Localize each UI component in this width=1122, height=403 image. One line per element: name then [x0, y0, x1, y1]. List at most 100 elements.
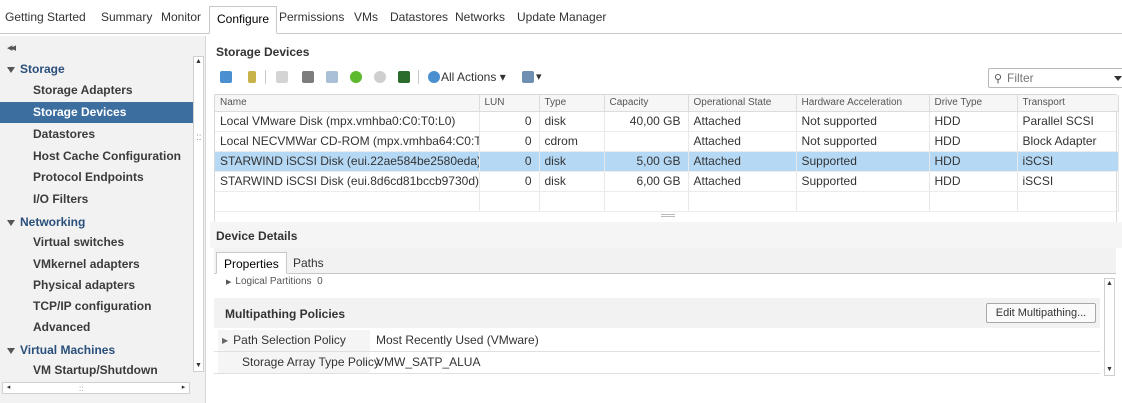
cell-operational-state: Attached [688, 171, 797, 192]
rename-icon[interactable] [326, 71, 338, 83]
cell-type: disk [539, 111, 605, 132]
scroll-up-icon[interactable]: ▲ [1105, 279, 1114, 289]
table-row-empty [215, 191, 1119, 212]
scroll-left-icon[interactable]: ◂ [3, 383, 14, 393]
search-icon: ⚲ [994, 73, 1003, 85]
cell-transport: Block Adapter [1017, 131, 1119, 152]
chevron-down-icon[interactable]: ▾ [536, 70, 542, 83]
column-header-hardware-acceleration[interactable]: Hardware Acceleration [796, 95, 930, 112]
tab-paths[interactable]: Paths [286, 252, 331, 274]
column-header-name[interactable]: Name [215, 95, 480, 112]
tab-permissions[interactable]: Permissions [279, 10, 344, 24]
detach-device-icon[interactable] [276, 71, 288, 83]
expand-triangle-icon [7, 219, 15, 226]
column-header-drive-type[interactable]: Drive Type [929, 95, 1018, 112]
cell-name: STARWIND iSCSI Disk (eui.8d6cd81bccb9730… [215, 171, 480, 192]
cell-drive-type: HDD [929, 151, 1018, 172]
tab-getting-started[interactable]: Getting Started [5, 10, 86, 24]
cell-operational-state: Attached [688, 111, 797, 132]
chevron-down-icon: ▾ [499, 70, 506, 84]
turn-off-led-icon[interactable] [374, 71, 386, 83]
flash-disk-icon[interactable] [398, 71, 410, 83]
turn-on-led-icon[interactable] [350, 71, 362, 83]
cell-type: disk [539, 171, 605, 192]
column-header-type[interactable]: Type [539, 95, 605, 112]
filter-input[interactable] [1007, 71, 1107, 85]
cell-hardware-acceleration: Supported [796, 151, 930, 172]
sidebar-item-host-cache-configuration[interactable]: Host Cache Configuration [0, 146, 193, 167]
attach-device-icon[interactable] [248, 71, 256, 83]
chevron-right-icon[interactable]: ▶ [222, 330, 228, 351]
policy-value: VMW_SATP_ALUA [376, 355, 481, 369]
tab-datastores[interactable]: Datastores [390, 10, 448, 24]
cell-name: Local NECVMWar CD-ROM (mpx.vmhba64:C0:T0… [215, 131, 480, 152]
sidebar-item-vmkernel-adapters[interactable]: VMkernel adapters [0, 254, 193, 275]
main-content: Storage Devices All Actions ▾ ▾ ⚲ Filter… [210, 36, 1122, 403]
scroll-thumb-grip-icon[interactable]: :: [79, 384, 83, 393]
table-row[interactable]: Local NECVMWar CD-ROM (mpx.vmhba64:C0:T0… [215, 131, 1119, 152]
sidebar-item-advanced[interactable]: Advanced [0, 317, 193, 338]
sidebar-horizontal-scrollbar[interactable]: ◂ :: ▸ [2, 382, 190, 394]
cell-hardware-acceleration: Not supported [796, 131, 930, 152]
sidebar-group-storage[interactable]: Storage [7, 62, 65, 76]
properties-vertical-scrollbar[interactable]: ▲ ▼ [1104, 278, 1115, 376]
sidebar-item-io-filters[interactable]: I/O Filters [0, 189, 193, 210]
logical-partitions-row[interactable]: ▶ Logical Partitions 0 [226, 276, 323, 287]
cell-transport: Parallel SCSI [1017, 111, 1119, 132]
all-actions-menu[interactable]: All Actions ▾ [441, 70, 506, 84]
cell-drive-type: HDD [929, 131, 1018, 152]
tab-monitor[interactable]: Monitor [161, 10, 201, 24]
column-header-capacity[interactable]: Capacity [604, 95, 689, 112]
sidebar-group-networking[interactable]: Networking [7, 215, 85, 229]
chevron-down-icon[interactable] [1114, 76, 1122, 81]
sidebar-vertical-scrollbar[interactable]: ▲ ▼ [193, 56, 204, 372]
table-row[interactable]: Local VMware Disk (mpx.vmhba0:C0:T0:L0) … [215, 111, 1119, 132]
column-header-lun[interactable]: LUN [479, 95, 540, 112]
tab-properties[interactable]: Properties [216, 252, 287, 274]
cell-name: Local VMware Disk (mpx.vmhba0:C0:T0:L0) [215, 111, 480, 132]
cell-name: STARWIND iSCSI Disk (eui.22ae584be2580ed… [215, 151, 480, 172]
table-row[interactable]: STARWIND iSCSI Disk (eui.8d6cd81bccb9730… [215, 171, 1119, 192]
scroll-up-icon[interactable]: ▲ [194, 57, 203, 67]
scroll-down-icon[interactable]: ▼ [1105, 365, 1114, 375]
cell-type: cdrom [539, 131, 605, 152]
sidebar-item-virtual-switches[interactable]: Virtual switches [0, 232, 193, 253]
sidebar-item-protocol-endpoints[interactable]: Protocol Endpoints [0, 167, 193, 188]
cell-capacity: 6,00 GB [604, 171, 689, 192]
cell-drive-type: HDD [929, 111, 1018, 132]
sidebar-item-vm-startup-shutdown[interactable]: VM Startup/Shutdown [0, 360, 193, 381]
column-header-operational-state[interactable]: Operational State [688, 95, 797, 112]
sidebar-group-virtual-machines[interactable]: Virtual Machines [7, 343, 115, 357]
column-header-transport[interactable]: Transport [1017, 95, 1119, 112]
multipathing-policies-title: Multipathing Policies [225, 307, 346, 321]
tab-update-manager[interactable]: Update Manager [517, 10, 606, 24]
tab-configure[interactable]: Configure [209, 6, 278, 34]
sidebar-item-storage-adapters[interactable]: Storage Adapters [0, 80, 193, 101]
disk-icon[interactable] [302, 71, 314, 83]
rescan-storage-icon[interactable] [220, 71, 232, 83]
cell-capacity [604, 131, 689, 152]
sidebar-item-storage-devices[interactable]: Storage Devices [0, 102, 193, 123]
cell-hardware-acceleration: Supported [796, 171, 930, 192]
policy-row-path-selection[interactable]: ▶ Path Selection Policy Most Recently Use… [214, 330, 1100, 352]
sidebar-item-datastores[interactable]: Datastores [0, 124, 193, 145]
double-chevron-left-icon[interactable]: ◂◂ [7, 41, 16, 54]
table-header-row: Name LUN Type Capacity Operational State… [215, 95, 1119, 112]
tab-networks[interactable]: Networks [455, 10, 505, 24]
export-list-icon[interactable] [522, 71, 534, 83]
tab-summary[interactable]: Summary [101, 10, 152, 24]
gear-icon [428, 71, 440, 83]
sidebar-item-physical-adapters[interactable]: Physical adapters [0, 275, 193, 296]
tab-vms[interactable]: VMs [354, 10, 378, 24]
pane-splitter-handle[interactable] [661, 214, 675, 217]
resize-grip-icon[interactable]: :: [196, 132, 202, 143]
scroll-down-icon[interactable]: ▼ [194, 361, 203, 371]
cell-hardware-acceleration: Not supported [796, 111, 930, 132]
cell-operational-state: Attached [688, 151, 797, 172]
table-row-selected[interactable]: STARWIND iSCSI Disk (eui.22ae584be2580ed… [215, 151, 1119, 172]
cell-lun: 0 [479, 171, 540, 192]
edit-multipathing-button[interactable]: Edit Multipathing... [986, 303, 1096, 323]
filter-field[interactable]: ⚲ [988, 68, 1122, 88]
scroll-right-icon[interactable]: ▸ [178, 383, 189, 393]
sidebar-item-tcpip-configuration[interactable]: TCP/IP configuration [0, 296, 193, 317]
